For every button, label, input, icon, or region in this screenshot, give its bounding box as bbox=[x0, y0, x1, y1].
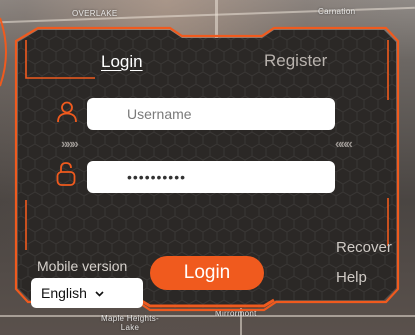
language-value: English bbox=[41, 285, 87, 301]
login-screen: OVERLAKE Carnation Maple Heights-Lake Mi… bbox=[0, 0, 415, 335]
language-select[interactable]: English bbox=[31, 278, 143, 308]
user-icon bbox=[56, 101, 78, 128]
password-field[interactable]: •••••••••• bbox=[87, 161, 335, 193]
login-panel: Login Register »»» ««« •••••••••• Mobile… bbox=[0, 0, 415, 335]
tab-register[interactable]: Register bbox=[264, 51, 327, 71]
arrows-right-icon: »»» bbox=[61, 136, 79, 151]
username-field[interactable] bbox=[87, 98, 335, 130]
chevron-down-icon bbox=[95, 280, 104, 310]
mobile-version-label: Mobile version bbox=[37, 258, 128, 274]
lock-icon bbox=[55, 161, 77, 192]
login-button[interactable]: Login bbox=[150, 256, 264, 290]
password-value: •••••••••• bbox=[127, 169, 187, 185]
recover-link[interactable]: Recover bbox=[336, 239, 392, 256]
help-link[interactable]: Help bbox=[336, 269, 367, 286]
tab-login[interactable]: Login bbox=[101, 52, 143, 72]
arrows-left-icon: ««« bbox=[335, 136, 353, 151]
